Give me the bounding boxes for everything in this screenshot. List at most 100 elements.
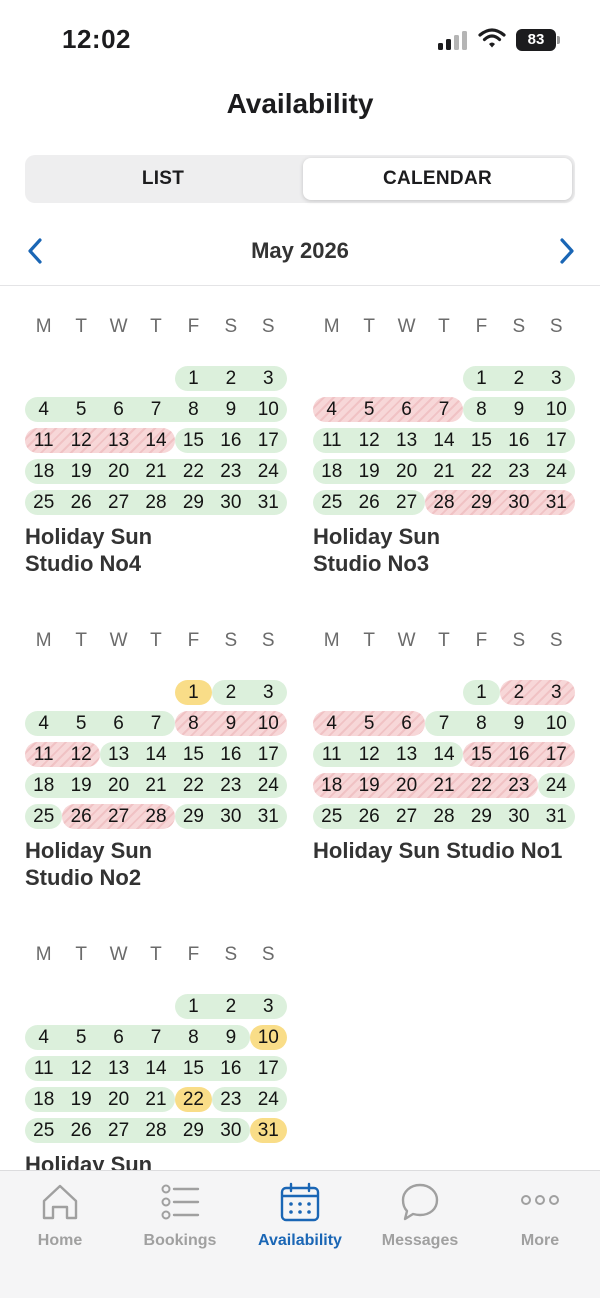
day-cell[interactable]: 14: [425, 742, 462, 767]
day-cell[interactable]: 31: [250, 490, 287, 515]
day-cell[interactable]: 2: [500, 680, 537, 705]
day-cell[interactable]: 26: [350, 490, 387, 515]
day-cell[interactable]: 23: [212, 1087, 249, 1112]
day-cell[interactable]: 1: [175, 366, 212, 391]
day-cell[interactable]: 3: [250, 680, 287, 705]
day-cell[interactable]: 18: [313, 459, 350, 484]
day-cell[interactable]: 2: [500, 366, 537, 391]
day-cell[interactable]: 20: [100, 1087, 137, 1112]
day-cell[interactable]: 10: [538, 711, 575, 736]
day-cell[interactable]: 21: [137, 459, 174, 484]
day-cell[interactable]: 25: [25, 490, 62, 515]
day-cell[interactable]: 15: [463, 742, 500, 767]
day-cell[interactable]: 26: [350, 804, 387, 829]
day-cell[interactable]: 17: [538, 742, 575, 767]
day-cell[interactable]: 20: [388, 459, 425, 484]
day-cell[interactable]: 30: [212, 1118, 249, 1143]
day-cell[interactable]: 4: [25, 397, 62, 422]
day-cell[interactable]: 4: [313, 711, 350, 736]
day-cell[interactable]: 24: [538, 459, 575, 484]
day-cell[interactable]: 18: [25, 773, 62, 798]
day-cell[interactable]: 26: [62, 490, 99, 515]
day-cell[interactable]: 19: [62, 1087, 99, 1112]
day-cell[interactable]: 9: [500, 711, 537, 736]
day-cell[interactable]: 7: [137, 711, 174, 736]
day-cell[interactable]: 15: [175, 1056, 212, 1081]
property-name[interactable]: Holiday Sun Studio No4: [25, 523, 295, 577]
day-cell[interactable]: 22: [463, 459, 500, 484]
day-cell[interactable]: 24: [250, 459, 287, 484]
day-cell[interactable]: 27: [100, 804, 137, 829]
tab-bookings[interactable]: Bookings: [120, 1177, 240, 1257]
day-cell[interactable]: 15: [175, 428, 212, 453]
day-cell[interactable]: 6: [388, 711, 425, 736]
day-cell[interactable]: 26: [62, 1118, 99, 1143]
day-cell[interactable]: 31: [250, 1118, 287, 1143]
day-cell[interactable]: 8: [175, 711, 212, 736]
day-cell[interactable]: 7: [425, 711, 462, 736]
chevron-right-icon[interactable]: [552, 236, 580, 266]
day-cell[interactable]: 17: [250, 1056, 287, 1081]
day-cell[interactable]: 24: [538, 773, 575, 798]
day-cell[interactable]: 5: [350, 397, 387, 422]
day-cell[interactable]: 24: [250, 773, 287, 798]
day-cell[interactable]: 15: [463, 428, 500, 453]
day-cell[interactable]: 22: [175, 773, 212, 798]
day-cell[interactable]: 4: [25, 1025, 62, 1050]
day-cell[interactable]: 8: [463, 711, 500, 736]
day-cell[interactable]: 1: [463, 680, 500, 705]
day-cell[interactable]: 31: [538, 490, 575, 515]
day-cell[interactable]: 23: [500, 459, 537, 484]
list-view-button[interactable]: LIST: [28, 158, 298, 200]
day-cell[interactable]: 30: [500, 804, 537, 829]
day-cell[interactable]: 13: [388, 742, 425, 767]
day-cell[interactable]: 3: [538, 366, 575, 391]
day-cell[interactable]: 10: [538, 397, 575, 422]
day-cell[interactable]: 12: [62, 742, 99, 767]
tab-home[interactable]: Home: [0, 1177, 120, 1257]
day-cell[interactable]: 7: [425, 397, 462, 422]
day-cell[interactable]: 6: [100, 397, 137, 422]
day-cell[interactable]: 19: [350, 773, 387, 798]
day-cell[interactable]: 6: [388, 397, 425, 422]
day-cell[interactable]: 23: [500, 773, 537, 798]
day-cell[interactable]: 18: [25, 1087, 62, 1112]
day-cell[interactable]: 16: [212, 742, 249, 767]
day-cell[interactable]: 11: [313, 742, 350, 767]
day-cell[interactable]: 8: [175, 397, 212, 422]
day-cell[interactable]: 27: [100, 1118, 137, 1143]
property-name[interactable]: Holiday Sun Studio No2: [25, 837, 295, 891]
day-cell[interactable]: 27: [100, 490, 137, 515]
day-cell[interactable]: 15: [175, 742, 212, 767]
day-cell[interactable]: 16: [212, 1056, 249, 1081]
day-cell[interactable]: 29: [463, 490, 500, 515]
day-cell[interactable]: 18: [313, 773, 350, 798]
day-cell[interactable]: 11: [25, 428, 62, 453]
day-cell[interactable]: 17: [250, 428, 287, 453]
day-cell[interactable]: 13: [100, 1056, 137, 1081]
day-cell[interactable]: 16: [500, 742, 537, 767]
day-cell[interactable]: 12: [62, 428, 99, 453]
day-cell[interactable]: 6: [100, 711, 137, 736]
tab-availability[interactable]: Availability: [240, 1177, 360, 1257]
day-cell[interactable]: 1: [463, 366, 500, 391]
day-cell[interactable]: 9: [212, 1025, 249, 1050]
day-cell[interactable]: 7: [137, 397, 174, 422]
day-cell[interactable]: 9: [212, 397, 249, 422]
day-cell[interactable]: 28: [137, 1118, 174, 1143]
day-cell[interactable]: 25: [25, 804, 62, 829]
day-cell[interactable]: 22: [175, 1087, 212, 1112]
day-cell[interactable]: 18: [25, 459, 62, 484]
day-cell[interactable]: 21: [425, 773, 462, 798]
tab-messages[interactable]: Messages: [360, 1177, 480, 1257]
day-cell[interactable]: 28: [425, 804, 462, 829]
day-cell[interactable]: 3: [250, 366, 287, 391]
day-cell[interactable]: 30: [500, 490, 537, 515]
day-cell[interactable]: 23: [212, 773, 249, 798]
day-cell[interactable]: 1: [175, 680, 212, 705]
day-cell[interactable]: 27: [388, 804, 425, 829]
day-cell[interactable]: 7: [137, 1025, 174, 1050]
day-cell[interactable]: 29: [175, 804, 212, 829]
day-cell[interactable]: 3: [250, 994, 287, 1019]
day-cell[interactable]: 8: [175, 1025, 212, 1050]
